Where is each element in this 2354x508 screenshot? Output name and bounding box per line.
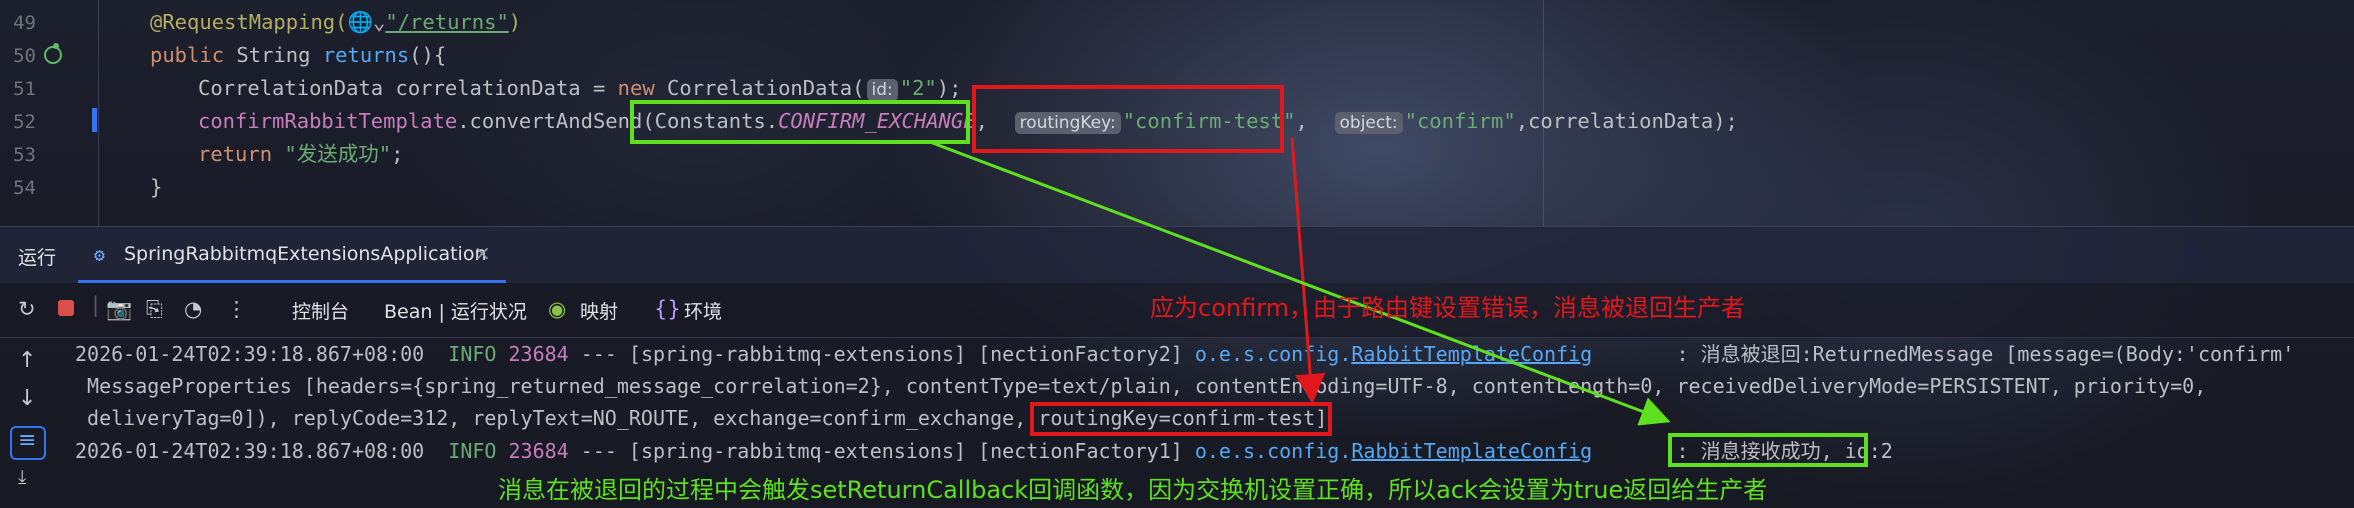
red-annotation-note: 应为confirm，由于路由键设置错误，消息被退回生产者 — [1150, 294, 1746, 322]
green-annotation-note: 消息在被退回的过程中会触发setReturnCallback回调函数，因为交换机… — [498, 476, 1768, 504]
green-arrow — [929, 140, 1671, 426]
red-arrow — [1290, 137, 1326, 404]
annotation-arrows — [929, 137, 1671, 426]
